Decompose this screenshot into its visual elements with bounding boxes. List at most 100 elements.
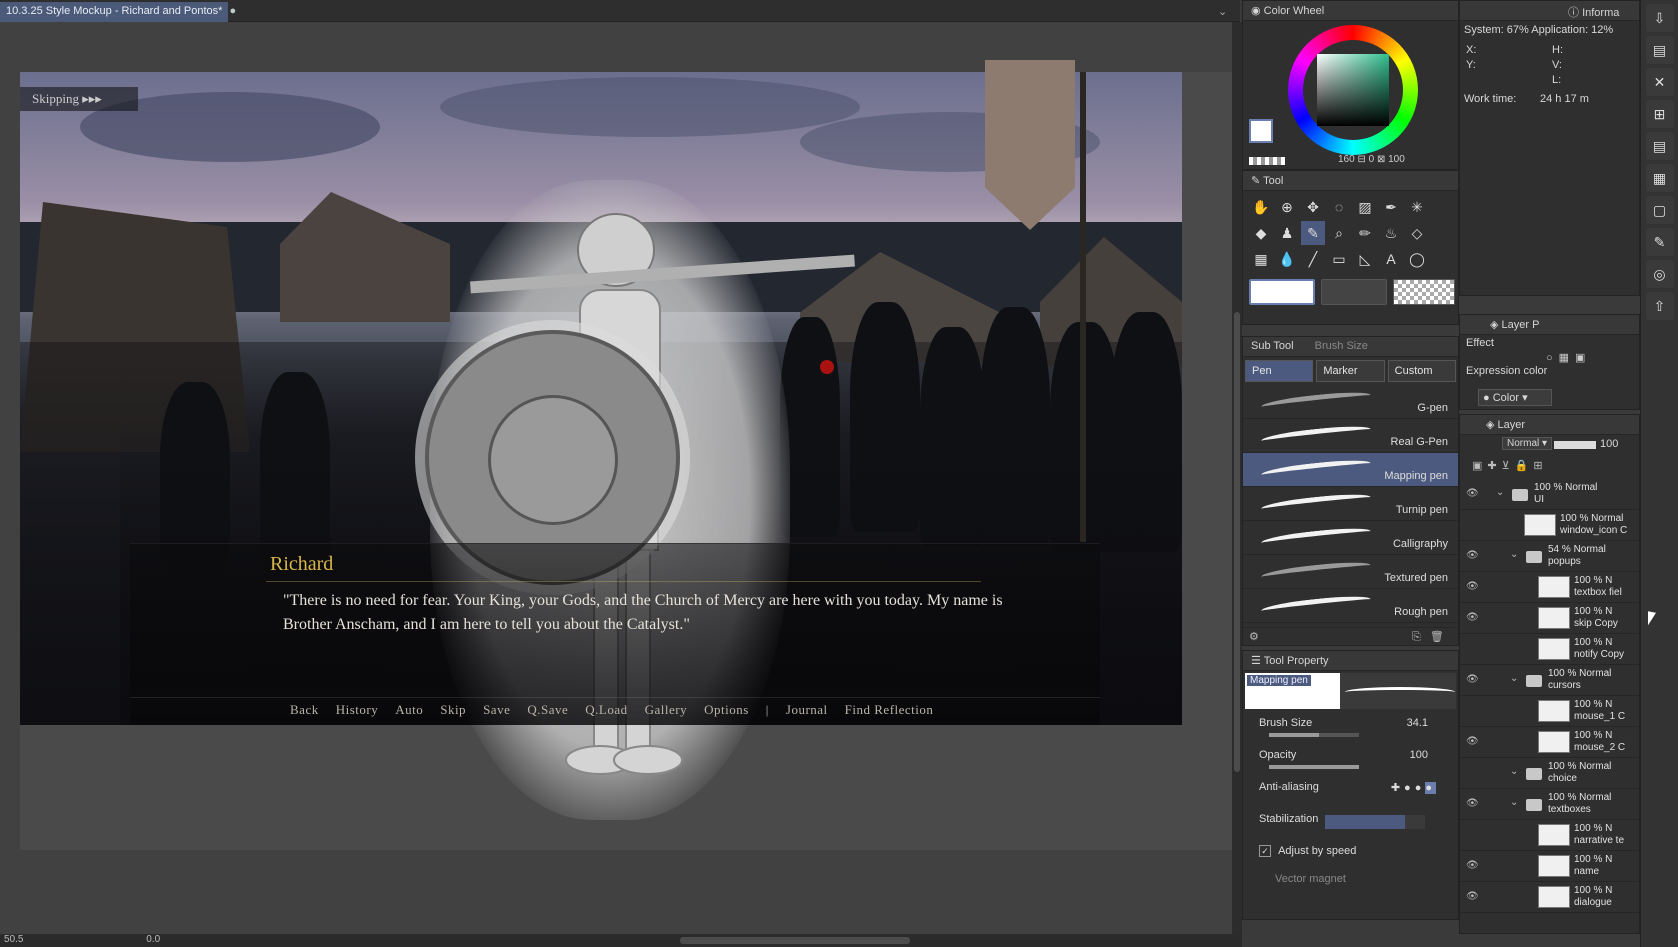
- airbrush-icon[interactable]: ♨: [1379, 221, 1403, 245]
- layer-row[interactable]: 👁 100 % Ndialogue: [1460, 882, 1639, 913]
- hand-icon[interactable]: ✋: [1249, 195, 1273, 219]
- duplicate-icon[interactable]: ⎘: [1412, 631, 1421, 643]
- brush-item[interactable]: Mapping pen: [1243, 453, 1458, 487]
- brush-size-slider[interactable]: [1269, 733, 1359, 737]
- canvas-vertical-scrollbar[interactable]: [1232, 22, 1242, 934]
- brush-item[interactable]: G-pen: [1243, 385, 1458, 419]
- close-tab-icon[interactable]: ●: [230, 5, 237, 17]
- quick-menu-item[interactable]: Back: [290, 702, 319, 718]
- figure-icon[interactable]: ♟: [1275, 221, 1299, 245]
- visibility-eye-icon[interactable]: 👁: [1466, 674, 1479, 685]
- layout-icon[interactable]: ▦: [1645, 164, 1674, 192]
- layer-row[interactable]: 👁 100 % Nskip Copy: [1460, 603, 1639, 634]
- quick-menu-item[interactable]: Journal: [786, 702, 828, 718]
- quick-menu-item[interactable]: Gallery: [645, 702, 687, 718]
- import-icon[interactable]: ⇩: [1645, 4, 1674, 32]
- ruler-icon[interactable]: ▭: [1327, 247, 1351, 271]
- delete-icon[interactable]: 🗑: [1430, 631, 1444, 643]
- visibility-eye-icon[interactable]: 👁: [1466, 891, 1479, 902]
- text-icon[interactable]: A: [1379, 247, 1403, 271]
- sub-color-chip[interactable]: [1321, 279, 1387, 305]
- layer-row[interactable]: 100 % Nnotify Copy: [1460, 634, 1639, 665]
- expression-color-select[interactable]: ● Color ▾: [1478, 389, 1552, 406]
- adjust-speed-checkbox[interactable]: ✓: [1259, 845, 1271, 857]
- sub-tool-tab-marker[interactable]: Marker: [1316, 360, 1385, 382]
- zoom-level[interactable]: 50.5: [4, 934, 23, 945]
- folder-chevron-icon[interactable]: ⌄: [1510, 766, 1518, 777]
- blend-icon[interactable]: 💧: [1275, 247, 1299, 271]
- folder-chevron-icon[interactable]: ⌄: [1510, 797, 1518, 808]
- brush-item[interactable]: Textured pen: [1243, 555, 1458, 589]
- close-file-icon[interactable]: ✕: [1645, 68, 1674, 96]
- quick-menu-item[interactable]: Skip: [440, 702, 466, 718]
- pointer-icon[interactable]: ◺: [1353, 247, 1377, 271]
- eraser-icon[interactable]: ◇: [1405, 221, 1429, 245]
- visibility-eye-icon[interactable]: 👁: [1466, 550, 1479, 561]
- visibility-eye-icon[interactable]: 👁: [1466, 860, 1479, 871]
- layer-row[interactable]: ⌄ 100 % Normal choice: [1460, 758, 1639, 789]
- sub-tool-tab-pen[interactable]: Pen: [1245, 360, 1314, 382]
- folder-chevron-icon[interactable]: ⌄: [1510, 673, 1518, 684]
- quick-menu-item[interactable]: Options: [704, 702, 749, 718]
- layer-opacity-value[interactable]: 100: [1600, 438, 1618, 450]
- visibility-eye-icon[interactable]: 👁: [1466, 798, 1479, 809]
- chevron-down-icon[interactable]: ⌄: [1218, 5, 1227, 18]
- document-tab[interactable]: 10.3.25 Style Mockup - Richard and Ponto…: [0, 2, 236, 22]
- sub-tool-title[interactable]: Sub Tool: [1251, 340, 1294, 352]
- brush-item[interactable]: Rough pen: [1243, 589, 1458, 623]
- camera-icon[interactable]: ◎: [1645, 260, 1674, 288]
- antialiasing-options[interactable]: ✚●●●: [1391, 781, 1436, 794]
- move-icon[interactable]: ✥: [1301, 195, 1325, 219]
- saturation-value-square[interactable]: [1317, 54, 1389, 126]
- quick-menu-item[interactable]: Find Reflection: [845, 702, 934, 718]
- grid-icon[interactable]: ⊞: [1645, 100, 1674, 128]
- main-color-chip[interactable]: [1249, 279, 1315, 305]
- frame-icon[interactable]: ▦: [1249, 247, 1273, 271]
- brush-item[interactable]: Calligraphy: [1243, 521, 1458, 555]
- gradient-icon[interactable]: ▨: [1353, 195, 1377, 219]
- pencil-icon[interactable]: ✏: [1353, 221, 1377, 245]
- layer-row[interactable]: 100 % Normal window_icon C: [1460, 510, 1639, 541]
- effect-buttons[interactable]: ○▦▣: [1546, 351, 1591, 364]
- quick-menu-item[interactable]: Auto: [395, 702, 423, 718]
- eyedropper-icon[interactable]: ✒: [1379, 195, 1403, 219]
- layer-row[interactable]: 👁 100 % Nname: [1460, 851, 1639, 882]
- balloon-icon[interactable]: ◯: [1405, 247, 1429, 271]
- export-icon[interactable]: ⇧: [1645, 292, 1674, 320]
- quick-menu-item[interactable]: Q.Save: [527, 702, 568, 718]
- zoom-tool-icon[interactable]: ⊕: [1275, 195, 1299, 219]
- brush-size-tab[interactable]: Brush Size: [1315, 340, 1368, 352]
- scrollbar-thumb[interactable]: [1234, 312, 1240, 772]
- quick-menu-item[interactable]: Q.Load: [585, 702, 627, 718]
- rotation-angle[interactable]: 0.0: [146, 934, 160, 945]
- quick-menu-item[interactable]: Save: [483, 702, 510, 718]
- save-icon[interactable]: ▤: [1645, 36, 1674, 64]
- line-icon[interactable]: ╱: [1301, 247, 1325, 271]
- transparent-swatch[interactable]: [1249, 157, 1285, 165]
- pen-icon[interactable]: ✎: [1301, 221, 1325, 245]
- layer-row[interactable]: 👁 ⌄ 100 % Normal textboxes: [1460, 789, 1639, 820]
- sparkle-icon[interactable]: ✳: [1405, 195, 1429, 219]
- layer-row[interactable]: 👁 ⌄ 54 % Normal popups: [1460, 541, 1639, 572]
- layer-opacity-slider[interactable]: [1554, 441, 1596, 449]
- opacity-slider[interactable]: [1269, 765, 1359, 769]
- folder-chevron-icon[interactable]: ⌄: [1510, 549, 1518, 560]
- main-color-swatch[interactable]: [1249, 119, 1273, 143]
- document-icon[interactable]: ▤: [1645, 132, 1674, 160]
- brush-size-value[interactable]: 34.1: [1407, 717, 1428, 729]
- visibility-eye-icon[interactable]: 👁: [1466, 736, 1479, 747]
- sub-tool-settings-icon[interactable]: ⚙: [1249, 631, 1259, 643]
- visibility-eye-icon[interactable]: 👁: [1466, 488, 1479, 499]
- edit-icon[interactable]: ✎: [1645, 228, 1674, 256]
- opacity-value[interactable]: 100: [1410, 749, 1428, 761]
- layer-row[interactable]: 👁 100 % Ntextbox fiel: [1460, 572, 1639, 603]
- blend-mode-select[interactable]: Normal ▾: [1502, 437, 1553, 450]
- fill-icon[interactable]: ◆: [1249, 221, 1273, 245]
- brush-item[interactable]: Real G-Pen: [1243, 419, 1458, 453]
- sub-tool-tab-custom[interactable]: Custom: [1387, 360, 1456, 382]
- visibility-eye-icon[interactable]: 👁: [1466, 581, 1479, 592]
- visibility-eye-icon[interactable]: 👁: [1466, 612, 1479, 623]
- folder-chevron-icon[interactable]: ⌄: [1496, 487, 1504, 498]
- layer-row[interactable]: 100 % Nmouse_1 C: [1460, 696, 1639, 727]
- transparent-color-chip[interactable]: [1393, 279, 1455, 305]
